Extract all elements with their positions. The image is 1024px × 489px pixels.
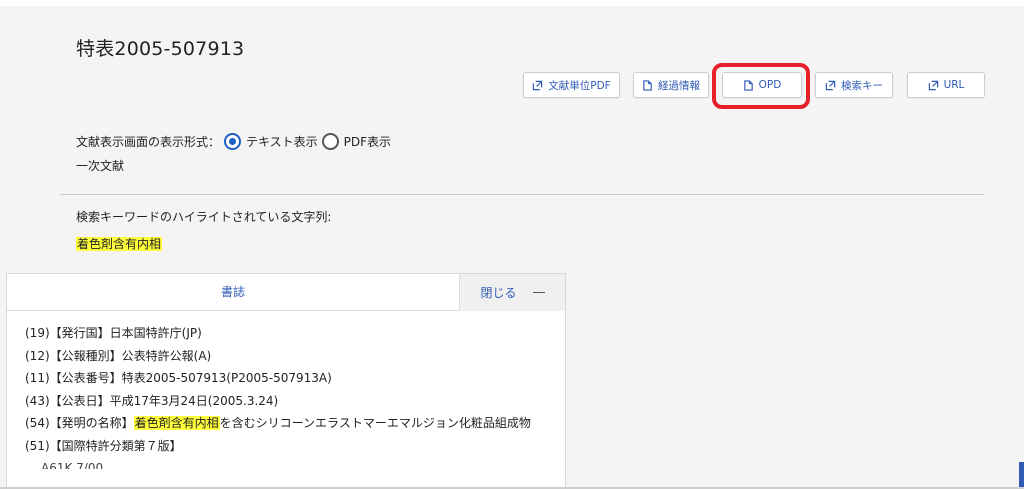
search-key-button[interactable]: 検索キー bbox=[815, 72, 893, 98]
patent-document-page: 特表2005-507913 文献単位PDF 経過情報 OPD 検索キー URL … bbox=[0, 0, 1024, 489]
text-view-radio[interactable] bbox=[224, 133, 242, 150]
collapse-icon bbox=[532, 291, 545, 294]
bibliography-list: (19)【発行国】日本国特許庁(JP) (12)【公報種別】公表特許公報(A) … bbox=[25, 322, 555, 469]
corner-indicator bbox=[1019, 462, 1024, 489]
document-type: 一次文献 bbox=[76, 159, 125, 173]
biblio-number: (11)【公表番号】特表2005-507913(P2005-507913A) bbox=[25, 371, 332, 385]
opd-button[interactable]: OPD bbox=[722, 72, 802, 98]
page-title: 特表2005-507913 bbox=[76, 38, 245, 60]
top-strip bbox=[0, 0, 1024, 6]
bibliography-panel: 書誌 閉じる (19)【発行国】日本国特許庁(JP) (12)【公報種別】公表特… bbox=[6, 273, 566, 489]
highlight-keywords-value: 着色剤含有内相 bbox=[76, 235, 163, 252]
keyword-highlight: 着色剤含有内相 bbox=[76, 237, 163, 251]
document-icon bbox=[743, 79, 753, 91]
history-info-button[interactable]: 経過情報 bbox=[633, 72, 709, 98]
pdf-view-option-label[interactable]: PDF表示 bbox=[344, 133, 391, 150]
invention-suffix: を含むシリコーンエラストマーエマルジョン化粧品組成物 bbox=[219, 416, 531, 430]
url-label: URL bbox=[943, 79, 965, 91]
url-button[interactable]: URL bbox=[907, 72, 985, 98]
invention-prefix: (54)【発明の名称】 bbox=[25, 416, 134, 430]
display-format-label: 文献表示画面の表示形式： bbox=[76, 135, 221, 149]
bibliography-panel-header: 書誌 閉じる bbox=[7, 274, 565, 311]
invention-keyword-highlight: 着色剤含有内相 bbox=[133, 416, 220, 430]
document-icon bbox=[643, 79, 652, 91]
external-link-icon bbox=[928, 80, 938, 90]
pdf-view-radio[interactable] bbox=[321, 133, 339, 150]
biblio-ipc-heading: (51)【国際特許分類第７版】 bbox=[25, 438, 182, 453]
divider bbox=[60, 194, 984, 195]
document-pdf-button[interactable]: 文献単位PDF bbox=[523, 72, 620, 98]
biblio-ipc-first: A61K 7/00 bbox=[41, 461, 104, 469]
highlight-keywords-label: 検索キーワードのハイライトされている文字列: bbox=[76, 210, 332, 224]
search-key-label: 検索キー bbox=[841, 79, 883, 92]
close-panel-button[interactable]: 閉じる bbox=[459, 274, 565, 311]
biblio-date: (43)【公表日】平成17年3月24日(2005.3.24) bbox=[25, 393, 279, 408]
bibliography-tab[interactable]: 書誌 bbox=[7, 274, 459, 311]
text-view-option-label[interactable]: テキスト表示 bbox=[246, 133, 318, 150]
biblio-kind: (12)【公報種別】公表特許公報(A) bbox=[25, 348, 212, 363]
close-panel-label: 閉じる bbox=[480, 286, 517, 300]
history-info-label: 経過情報 bbox=[658, 79, 700, 92]
biblio-country: (19)【発行国】日本国特許庁(JP) bbox=[25, 326, 202, 340]
biblio-invention-title: (54)【発明の名称】着色剤含有内相を含むシリコーンエラストマーエマルジョン化粧… bbox=[25, 412, 555, 435]
external-link-icon bbox=[825, 80, 836, 90]
external-link-icon bbox=[533, 80, 543, 90]
document-pdf-label: 文献単位PDF bbox=[548, 79, 611, 92]
display-format-row: 文献表示画面の表示形式： テキスト表示 PDF表示 bbox=[76, 133, 391, 150]
opd-label: OPD bbox=[758, 79, 782, 91]
